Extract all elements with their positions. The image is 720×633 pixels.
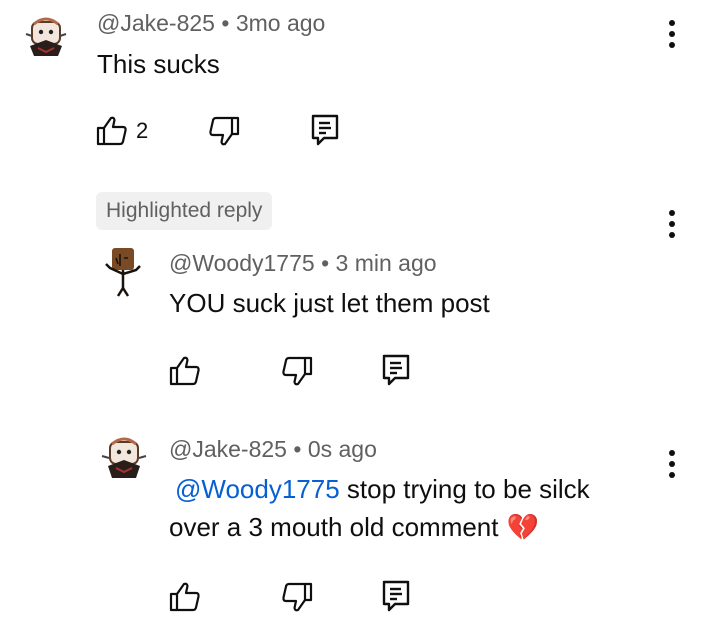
reply2-like-button[interactable] — [169, 580, 201, 614]
thumbs-down-icon — [209, 116, 240, 146]
thumbs-down-icon — [282, 582, 313, 612]
comment-text: This sucks — [97, 49, 220, 79]
comment-more-button[interactable] — [662, 16, 682, 52]
like-count: 2 — [136, 118, 149, 143]
avatar-drawing — [96, 242, 152, 298]
reply2-avatar[interactable] — [96, 430, 152, 486]
comment-time: 3mo ago — [235, 10, 326, 36]
reply2-meta: @Jake-825 • 0s ago — [169, 436, 377, 463]
reply2-dislike-button[interactable] — [281, 580, 313, 614]
reply1-time: 3 min ago — [335, 250, 437, 276]
thumbs-up-icon — [96, 116, 127, 146]
thumbs-down-icon — [282, 356, 313, 386]
comment-like-button[interactable]: 2 — [96, 114, 148, 148]
reply-comment-icon — [311, 114, 339, 146]
thumbs-up-icon — [169, 356, 200, 386]
highlighted-reply-badge: Highlighted reply — [96, 192, 273, 230]
reply1-more-button[interactable] — [662, 206, 682, 242]
comment-author[interactable]: @Jake-825 — [97, 10, 215, 36]
broken-heart-emoji: 💔 — [506, 512, 539, 542]
reply2-line2: over a 3 mouth old comment 💔 — [169, 508, 649, 546]
more-vertical-icon — [669, 450, 675, 478]
reply2-text: @Woody1775 stop trying to be silck over … — [169, 470, 649, 546]
comment-dislike-button[interactable] — [208, 114, 240, 148]
reply1-meta: @Woody1775 • 3 min ago — [169, 250, 437, 277]
mention-link[interactable]: @Woody1775 — [175, 474, 340, 504]
reply-comment-icon — [382, 580, 410, 612]
reply2-time: 0s ago — [307, 436, 377, 462]
meta-separator: • — [321, 250, 330, 276]
reply2-reply-button[interactable] — [381, 578, 411, 614]
comment-reply-button[interactable] — [310, 112, 340, 148]
commenter-avatar[interactable] — [20, 10, 72, 62]
reply1-like-button[interactable] — [169, 354, 201, 388]
reply2-more-button[interactable] — [662, 446, 682, 482]
thumbs-up-icon — [169, 582, 200, 612]
more-vertical-icon — [669, 210, 675, 238]
reply2-text-line1: stop trying to be silck — [339, 474, 590, 504]
reply2-text-line2: over a 3 mouth old comment — [169, 512, 499, 542]
reply1-dislike-button[interactable] — [281, 354, 313, 388]
comment-meta: @Jake-825 • 3mo ago — [97, 10, 325, 37]
meta-separator: • — [221, 10, 230, 36]
avatar-drawing — [96, 430, 152, 486]
reply-comment-icon — [382, 354, 410, 386]
reply1-author[interactable]: @Woody1775 — [169, 250, 315, 276]
reply1-text: YOU suck just let them post — [169, 288, 490, 318]
more-vertical-icon — [669, 20, 675, 48]
avatar-drawing — [20, 10, 72, 62]
reply2-author[interactable]: @Jake-825 — [169, 436, 287, 462]
reply1-avatar[interactable] — [96, 242, 152, 298]
reply2-line1: @Woody1775 stop trying to be silck — [169, 470, 649, 508]
reply1-reply-button[interactable] — [381, 352, 411, 388]
meta-separator: • — [293, 436, 302, 462]
